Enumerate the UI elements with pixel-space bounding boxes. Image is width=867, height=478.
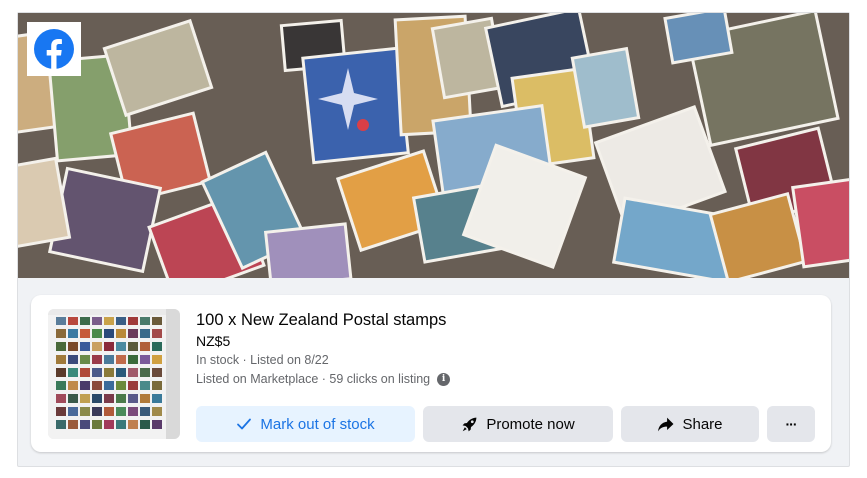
listing-thumbnail[interactable] xyxy=(48,309,180,439)
listing-status: In stock · Listed on 8/22 xyxy=(196,353,329,367)
share-arrow-icon xyxy=(658,417,674,431)
cover-photo-stamps xyxy=(18,13,849,278)
facebook-logo-icon xyxy=(34,29,74,69)
checkmark-icon xyxy=(237,418,252,430)
listing-title[interactable]: 100 x New Zealand Postal stamps xyxy=(196,311,446,330)
mark-out-of-stock-button[interactable]: Mark out of stock xyxy=(196,406,415,442)
promote-now-label: Promote now xyxy=(486,415,575,433)
share-label: Share xyxy=(682,415,723,433)
promote-now-button[interactable]: Promote now xyxy=(423,406,613,442)
mark-out-of-stock-label: Mark out of stock xyxy=(260,415,375,433)
share-button[interactable]: Share xyxy=(621,406,759,442)
facebook-logo xyxy=(27,22,81,76)
listing-card: 100 x New Zealand Postal stamps NZ$5 In … xyxy=(31,295,831,452)
marketplace-listing-frame: 100 x New Zealand Postal stamps NZ$5 In … xyxy=(17,12,850,467)
marketplace-info-text: Listed on Marketplace · 59 clicks on lis… xyxy=(196,372,431,386)
rocket-icon xyxy=(462,417,477,431)
more-options-button[interactable]: ··· xyxy=(767,406,815,442)
listing-price: NZ$5 xyxy=(196,333,231,349)
info-icon[interactable]: i xyxy=(437,372,451,386)
listing-marketplace-info: Listed on Marketplace · 59 clicks on lis… xyxy=(196,372,451,386)
more-options-icon: ··· xyxy=(785,416,798,432)
